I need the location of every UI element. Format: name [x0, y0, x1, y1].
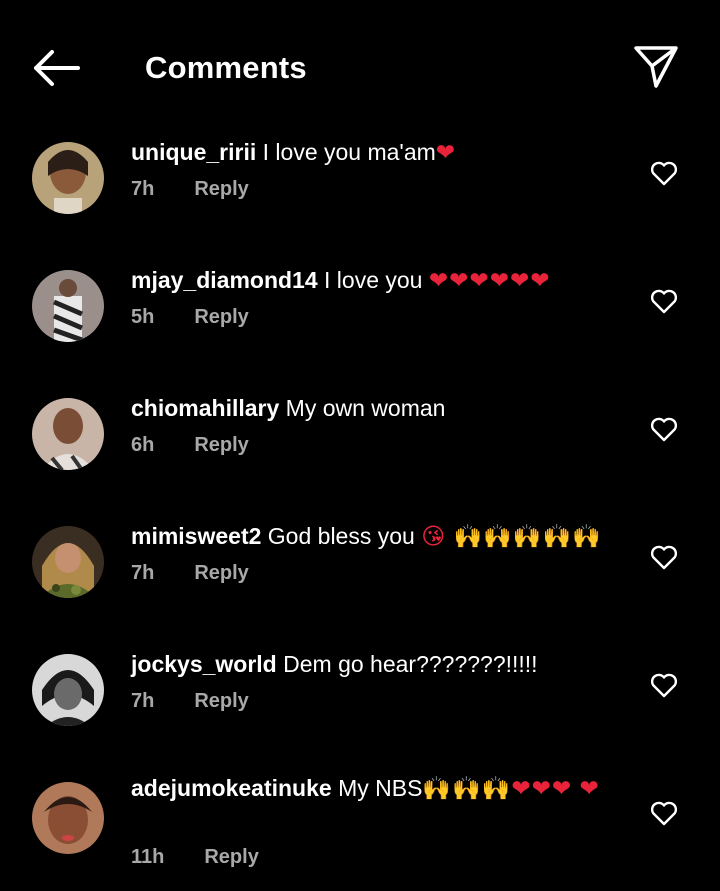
comment-text: jockys_world Dem go hear???????!!!!! [131, 650, 611, 679]
like-button[interactable] [650, 672, 678, 698]
avatar[interactable] [32, 142, 104, 214]
like-button[interactable] [650, 800, 678, 826]
comment-text: unique_ririi I love you ma'am❤ [131, 138, 611, 167]
username[interactable]: chiomahillary [131, 395, 279, 421]
username[interactable]: adejumokeatinuke [131, 775, 332, 801]
avatar[interactable] [32, 654, 104, 726]
reply-button[interactable]: Reply [194, 690, 248, 713]
comment-meta: 7h Reply [131, 690, 249, 713]
timestamp: 6h [131, 434, 155, 456]
timestamp: 7h [131, 690, 155, 712]
comment-meta: 5h Reply [131, 306, 249, 329]
heart-emoji: ❤ [435, 139, 457, 165]
top-bar: Comments [0, 0, 720, 130]
comment-item: chiomahillary My own woman 6h Reply [0, 386, 720, 514]
like-button[interactable] [650, 288, 678, 314]
heart-outline-icon [650, 289, 678, 314]
avatar[interactable] [32, 782, 104, 854]
timestamp: 7h [131, 178, 155, 200]
reply-button[interactable]: Reply [194, 306, 248, 329]
comment-item: unique_ririi I love you ma'am❤ 7h Reply [0, 130, 720, 258]
like-button[interactable] [650, 544, 678, 570]
comment-body: God bless you [261, 523, 422, 549]
comment-meta: 6h Reply [131, 434, 249, 457]
comment-body: Dem go hear???????!!!!! [276, 651, 538, 677]
avatar[interactable] [32, 398, 104, 470]
reply-button[interactable]: Reply [204, 846, 258, 869]
paper-plane-icon [634, 46, 678, 88]
heart-outline-icon [650, 673, 678, 698]
timestamp: 7h [131, 562, 155, 584]
comment-meta: 11h Reply [131, 846, 259, 869]
comment-meta: 7h Reply [131, 178, 249, 201]
timestamp: 5h [131, 306, 155, 328]
heart-outline-icon [650, 161, 678, 186]
comment-text: mjay_diamond14 I love you ❤❤❤❤❤❤ [131, 266, 611, 295]
comment-item: mimisweet2 God bless you 😘 🙌🙌🙌🙌🙌 7h Reply [0, 514, 720, 642]
comment-text: adejumokeatinuke My NBS🙌🙌🙌❤❤❤ ❤ [131, 774, 611, 803]
like-button[interactable] [650, 160, 678, 186]
like-button[interactable] [650, 416, 678, 442]
heart-outline-icon [650, 417, 678, 442]
heart-outline-icon [650, 545, 678, 570]
heart-emoji: ❤❤❤❤❤❤ [428, 267, 551, 293]
username[interactable]: jockys_world [131, 651, 277, 677]
username[interactable]: mjay_diamond14 [131, 267, 318, 293]
comment-item: adejumokeatinuke My NBS🙌🙌🙌❤❤❤ ❤ 11h Reply [0, 770, 720, 891]
arrow-left-icon [34, 50, 80, 86]
reply-button[interactable]: Reply [194, 562, 248, 585]
emoji: 😘 🙌🙌🙌🙌🙌 [421, 523, 602, 549]
username[interactable]: mimisweet2 [131, 523, 261, 549]
comment-meta: 7h Reply [131, 562, 249, 585]
comment-body: My own woman [279, 395, 446, 421]
timestamp: 11h [131, 846, 165, 868]
avatar[interactable] [32, 526, 104, 598]
share-button[interactable] [632, 44, 680, 90]
username[interactable]: unique_ririi [131, 139, 256, 165]
comment-text: mimisweet2 God bless you 😘 🙌🙌🙌🙌🙌 [131, 522, 611, 551]
reply-button[interactable]: Reply [194, 178, 248, 201]
reply-button[interactable]: Reply [194, 434, 248, 457]
heart-outline-icon [650, 801, 678, 826]
comment-body: I love you [317, 267, 429, 293]
back-button[interactable] [30, 48, 82, 88]
avatar[interactable] [32, 270, 104, 342]
comment-item: jockys_world Dem go hear???????!!!!! 7h R… [0, 642, 720, 770]
comment-body: I love you ma'am [256, 139, 436, 165]
comment-body: My NBS [331, 775, 423, 801]
comment-item: mjay_diamond14 I love you ❤❤❤❤❤❤ 5h Reply [0, 258, 720, 386]
emoji: 🙌🙌🙌❤❤❤ ❤ [422, 775, 600, 801]
page-title: Comments [145, 50, 307, 85]
comment-text: chiomahillary My own woman [131, 394, 611, 423]
